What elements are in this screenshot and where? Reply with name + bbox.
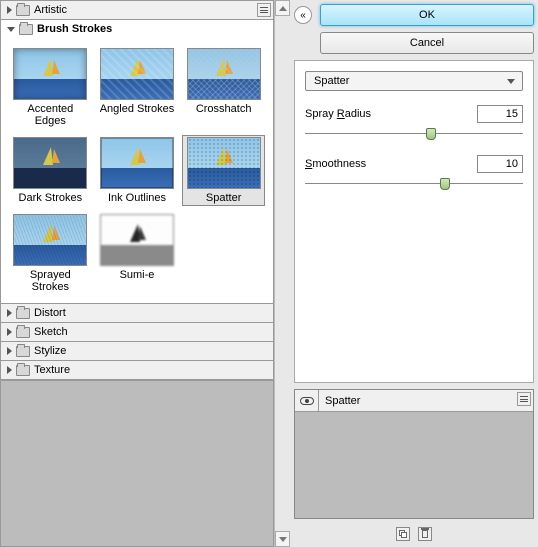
- category-brush-strokes[interactable]: Brush Strokes: [1, 20, 273, 38]
- ok-button[interactable]: OK: [320, 4, 534, 26]
- folder-icon: [16, 365, 30, 376]
- chevron-right-icon: [7, 366, 12, 374]
- thumbnail-label: Sumi-e: [120, 269, 155, 281]
- smoothness-input[interactable]: 10: [477, 155, 523, 173]
- thumbnail-image: [100, 137, 174, 189]
- filter-thumbnails: Accented Edges Angled Strokes Crosshatch Da…: [1, 38, 273, 303]
- thumbnail-image: [13, 214, 87, 266]
- spray-radius-control: Spray Radius 15: [305, 105, 523, 141]
- thumbnail-label: Accented Edges: [11, 103, 90, 127]
- filter-thumb-accented-edges[interactable]: Accented Edges: [9, 46, 92, 129]
- category-texture[interactable]: Texture: [1, 361, 273, 379]
- filter-thumb-dark-strokes[interactable]: Dark Strokes: [9, 135, 92, 206]
- thumbnail-label: Dark Strokes: [19, 192, 83, 204]
- folder-icon: [19, 24, 33, 35]
- scroll-down-button[interactable]: [275, 531, 290, 547]
- layers-menu-button[interactable]: [517, 392, 531, 406]
- slider-thumb[interactable]: [440, 178, 450, 190]
- filter-settings-panel: « OK Cancel Spatter Spray Radius 15 Smoo…: [290, 0, 538, 547]
- thumbnail-label: Ink Outlines: [108, 192, 166, 204]
- thumbnail-image: [187, 137, 261, 189]
- category-label: Stylize: [34, 345, 66, 357]
- filter-thumb-angled-strokes[interactable]: Angled Strokes: [96, 46, 179, 129]
- filter-categories-panel: Artistic Brush Strokes Accented Edges Ang…: [0, 0, 274, 547]
- scroll-up-button[interactable]: [275, 0, 290, 16]
- cancel-button[interactable]: Cancel: [320, 32, 534, 54]
- folder-icon: [16, 327, 30, 338]
- folder-icon: [16, 5, 30, 16]
- thumbnail-image: [100, 214, 174, 266]
- thumbnail-image: [100, 48, 174, 100]
- filter-thumb-ink-outlines[interactable]: Ink Outlines: [96, 135, 179, 206]
- category-label: Texture: [34, 364, 70, 376]
- smoothness-slider[interactable]: [305, 177, 523, 191]
- slider-thumb[interactable]: [426, 128, 436, 140]
- param-label: Spray Radius: [305, 108, 371, 120]
- category-sketch[interactable]: Sketch: [1, 323, 273, 341]
- thumbnail-image: [187, 48, 261, 100]
- folder-icon: [16, 308, 30, 319]
- spray-radius-slider[interactable]: [305, 127, 523, 141]
- chevron-down-icon: [7, 27, 15, 32]
- category-stylize[interactable]: Stylize: [1, 342, 273, 360]
- delete-effect-layer-button[interactable]: [418, 527, 432, 541]
- filter-thumb-sprayed-strokes[interactable]: Sprayed Strokes: [9, 212, 92, 295]
- layer-name: Spatter: [319, 395, 360, 407]
- param-label: Smoothness: [305, 158, 366, 170]
- effect-layer-row[interactable]: Spatter: [295, 390, 533, 412]
- visibility-toggle[interactable]: [295, 390, 319, 411]
- new-effect-layer-button[interactable]: [396, 527, 410, 541]
- smoothness-control: Smoothness 10: [305, 155, 523, 191]
- effect-layers-panel: Spatter: [294, 389, 534, 519]
- category-distort[interactable]: Distort: [1, 304, 273, 322]
- chevron-right-icon: [7, 347, 12, 355]
- folder-icon: [16, 346, 30, 357]
- empty-area: [1, 380, 273, 546]
- thumbnail-label: Crosshatch: [196, 103, 252, 115]
- category-artistic[interactable]: Artistic: [1, 1, 273, 19]
- dropdown-value: Spatter: [314, 75, 504, 87]
- thumbnail-image: [13, 48, 87, 100]
- thumbnail-label: Spatter: [206, 192, 241, 204]
- chevron-right-icon: [7, 328, 12, 336]
- category-label: Sketch: [34, 326, 68, 338]
- spray-radius-input[interactable]: 15: [477, 105, 523, 123]
- filter-dropdown[interactable]: Spatter: [305, 71, 523, 91]
- thumbnail-label: Sprayed Strokes: [11, 269, 90, 293]
- filter-thumb-crosshatch[interactable]: Crosshatch: [182, 46, 265, 129]
- filter-thumb-spatter[interactable]: Spatter: [182, 135, 265, 206]
- thumbnail-label: Angled Strokes: [100, 103, 175, 115]
- panel-menu-button[interactable]: [257, 3, 271, 17]
- thumbnail-image: [13, 137, 87, 189]
- scrollbar[interactable]: [274, 0, 290, 547]
- category-label: Distort: [34, 307, 66, 319]
- category-label: Brush Strokes: [37, 23, 112, 35]
- eye-icon: [300, 397, 314, 405]
- chevron-right-icon: [7, 6, 12, 14]
- chevron-right-icon: [7, 309, 12, 317]
- chevron-down-icon: [504, 79, 518, 84]
- collapse-button[interactable]: «: [294, 6, 312, 24]
- filter-thumb-sumi-e[interactable]: Sumi-e: [96, 212, 179, 295]
- category-label: Artistic: [34, 4, 67, 16]
